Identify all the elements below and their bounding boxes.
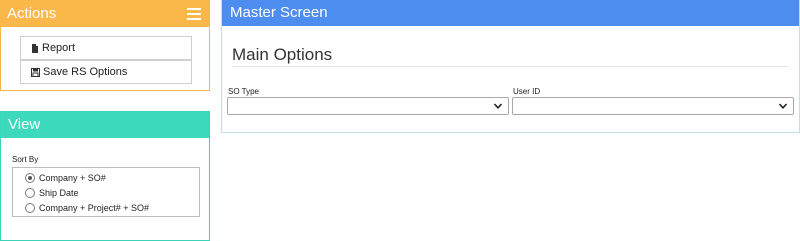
actions-panel: Actions Report Save RS Options — [0, 0, 210, 91]
sort-option-label: Company + SO# — [39, 172, 106, 183]
sort-option-ship-date[interactable]: Ship Date — [25, 185, 199, 200]
master-screen-panel: Master Screen Main Options SO Type User … — [221, 0, 800, 133]
save-rs-options-button[interactable]: Save RS Options — [20, 60, 192, 84]
view-title: View — [8, 116, 41, 133]
master-screen-title: Master Screen — [230, 4, 328, 21]
so-type-label: SO Type — [228, 87, 259, 96]
chevron-down-icon — [778, 103, 788, 109]
view-header: View — [1, 112, 209, 138]
radio-button-checked[interactable] — [25, 172, 35, 183]
report-button[interactable]: Report — [20, 36, 192, 60]
sort-option-company-project-so[interactable]: Company + Project# + SO# — [25, 200, 199, 215]
hamburger-menu-icon[interactable] — [187, 8, 201, 20]
sort-option-label: Ship Date — [39, 187, 79, 198]
so-type-select[interactable] — [227, 97, 509, 115]
chevron-down-icon — [493, 103, 503, 109]
document-icon — [32, 43, 38, 53]
main-options-title: Main Options — [232, 45, 333, 64]
sort-option-company-so[interactable]: Company + SO# — [25, 170, 199, 185]
radio-button[interactable] — [25, 202, 35, 213]
master-screen-header: Master Screen — [222, 0, 799, 26]
save-rs-options-label: Save RS Options — [43, 66, 128, 78]
sort-option-label: Company + Project# + SO# — [39, 202, 150, 213]
view-panel: View Sort By Company + SO# Ship Date Com… — [0, 111, 210, 241]
save-icon — [31, 67, 40, 77]
actions-title: Actions — [7, 5, 57, 22]
section-divider — [232, 66, 788, 67]
report-button-label: Report — [42, 42, 76, 54]
sort-by-radio-group: Company + SO# Ship Date Company + Projec… — [12, 167, 200, 217]
user-id-label: User ID — [513, 87, 541, 96]
user-id-select[interactable] — [512, 97, 794, 115]
actions-header: Actions — [1, 1, 209, 27]
sort-by-label: Sort By — [12, 155, 39, 164]
radio-button[interactable] — [25, 187, 35, 198]
